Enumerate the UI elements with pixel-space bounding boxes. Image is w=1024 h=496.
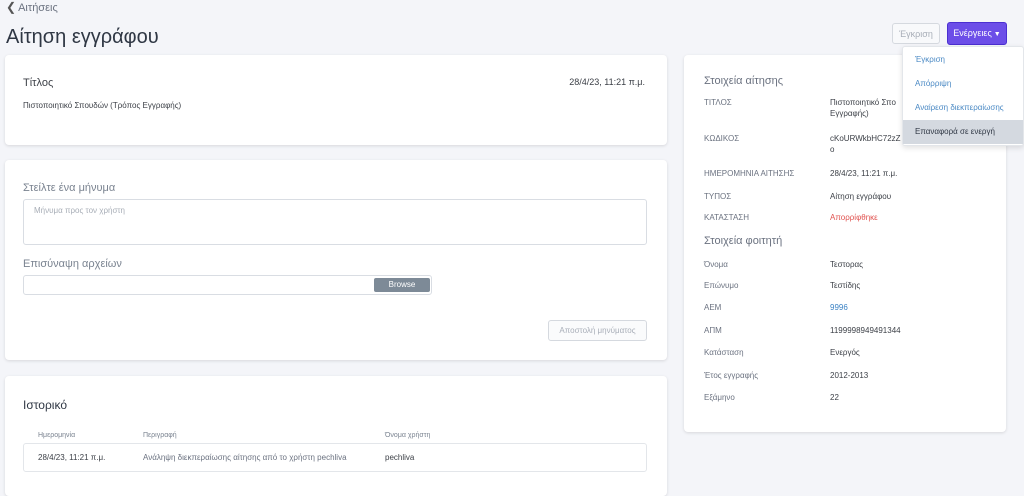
column-header-username[interactable]: Όνομα χρήστη xyxy=(385,432,430,439)
menu-item-approve[interactable]: Έγκριση xyxy=(903,48,1023,72)
student-label-aem: ΑΕΜ xyxy=(704,303,722,312)
student-label-first-name: Όνομα xyxy=(704,260,728,269)
attach-label: Επισύναψη αρχείων xyxy=(23,258,122,270)
approve-button[interactable]: Έγκριση xyxy=(892,23,940,44)
history-row-description: Ανάληψη διεκπεραίωσης αίτησης από το χρή… xyxy=(143,453,347,462)
detail-value-type: Αίτηση εγγράφου xyxy=(830,192,892,201)
detail-value-code-line1: cKoURWkbHC72zZ xyxy=(830,134,901,143)
history-row-user: pechliva xyxy=(385,453,415,462)
column-header-date[interactable]: Ημερομηνία xyxy=(38,432,75,439)
student-value-semester: 22 xyxy=(830,393,839,402)
detail-label-code: ΚΩΔΙΚΟΣ xyxy=(704,134,740,143)
actions-button-label: Ενέργειες xyxy=(953,28,992,38)
detail-label-date: ΗΜΕΡΟΜΗΝΙΑ ΑΙΤΗΣΗΣ xyxy=(704,169,795,178)
browse-button[interactable]: Browse xyxy=(374,278,430,292)
detail-value-code: cKoURWkbHC72zZ o xyxy=(830,133,901,155)
caret-down-icon: ▼ xyxy=(993,31,1001,38)
back-link[interactable]: ❮ Αιτήσεις xyxy=(6,0,58,14)
detail-value-title-line2: Εγγραφής) xyxy=(830,109,869,118)
detail-label-type: ΤΥΠΟΣ xyxy=(704,192,732,201)
student-value-first-name: Τεστορας xyxy=(830,260,864,269)
student-label-status: Κατάσταση xyxy=(704,348,744,357)
send-message-button[interactable]: Αποστολή μηνύματος xyxy=(548,320,647,341)
menu-item-undo-processing[interactable]: Αναίρεση διεκπεραίωσης xyxy=(903,96,1023,120)
history-card: Ιστορικό Ημερομηνία Περιγραφή Όνομα χρήσ… xyxy=(5,376,667,496)
message-placeholder: Μήνυμα προς τον χρήστη xyxy=(34,206,126,215)
detail-value-code-line2: o xyxy=(830,145,835,154)
detail-value-title: Πιστοποιητικό Σπο Εγγραφής) xyxy=(830,97,896,119)
column-header-description[interactable]: Περιγραφή xyxy=(143,432,177,439)
history-title: Ιστορικό xyxy=(23,398,68,412)
detail-value-title-line1: Πιστοποιητικό Σπο xyxy=(830,98,896,107)
student-label-last-name: Επώνυμο xyxy=(704,281,739,290)
student-details-heading: Στοιχεία φοιτητή xyxy=(704,235,783,247)
student-label-apm: ΑΠΜ xyxy=(704,326,722,335)
file-input[interactable] xyxy=(23,275,432,295)
title-card: Τίτλος 28/4/23, 11:21 π.μ. Πιστοποιητικό… xyxy=(5,55,667,145)
message-label: Στείλτε ένα μήνυμα xyxy=(23,182,116,194)
detail-value-date: 28/4/23, 11:21 π.μ. xyxy=(830,169,898,178)
student-label-semester: Εξάμηνο xyxy=(704,393,735,402)
message-card: Στείλτε ένα μήνυμα Μήνυμα προς τον χρήστ… xyxy=(5,160,667,360)
student-value-last-name: Τεστίδης xyxy=(830,281,861,290)
student-label-enrollment-year: Έτος εγγραφής xyxy=(704,371,759,380)
student-value-enrollment-year: 2012-2013 xyxy=(830,371,869,380)
actions-dropdown-menu: Έγκριση Απόρριψη Αναίρεση διεκπεραίωσης … xyxy=(902,46,1024,146)
detail-label-title: ΤΙΤΛΟΣ xyxy=(704,98,732,107)
request-details-heading: Στοιχεία αίτησης xyxy=(704,75,784,87)
student-value-apm: 1199998949491344 xyxy=(830,326,901,335)
actions-button[interactable]: Ενέργειες ▼ xyxy=(947,22,1007,45)
menu-item-reject[interactable]: Απόρριψη xyxy=(903,72,1023,96)
student-aem-link[interactable]: 9996 xyxy=(830,302,848,313)
title-label: Τίτλος xyxy=(23,77,54,89)
page-title: Αίτηση εγγράφου xyxy=(6,26,159,48)
title-value: Πιστοποιητικό Σπουδών (Τρόπος Εγγραφής) xyxy=(23,101,182,110)
back-link-label: Αιτήσεις xyxy=(18,2,58,14)
history-row-date: 28/4/23, 11:21 π.μ. xyxy=(38,453,106,462)
detail-label-status: ΚΑΤΑΣΤΑΣΗ xyxy=(704,213,750,222)
menu-item-restore-active[interactable]: Επαναφορά σε ενεργή xyxy=(903,120,1023,144)
status-badge: Απορρίφθηκε xyxy=(830,213,878,222)
student-value-status: Ενεργός xyxy=(830,348,860,357)
title-date: 28/4/23, 11:21 π.μ. xyxy=(569,77,645,87)
message-textarea[interactable]: Μήνυμα προς τον χρήστη xyxy=(23,199,647,245)
chevron-left-icon: ❮ xyxy=(6,0,17,14)
